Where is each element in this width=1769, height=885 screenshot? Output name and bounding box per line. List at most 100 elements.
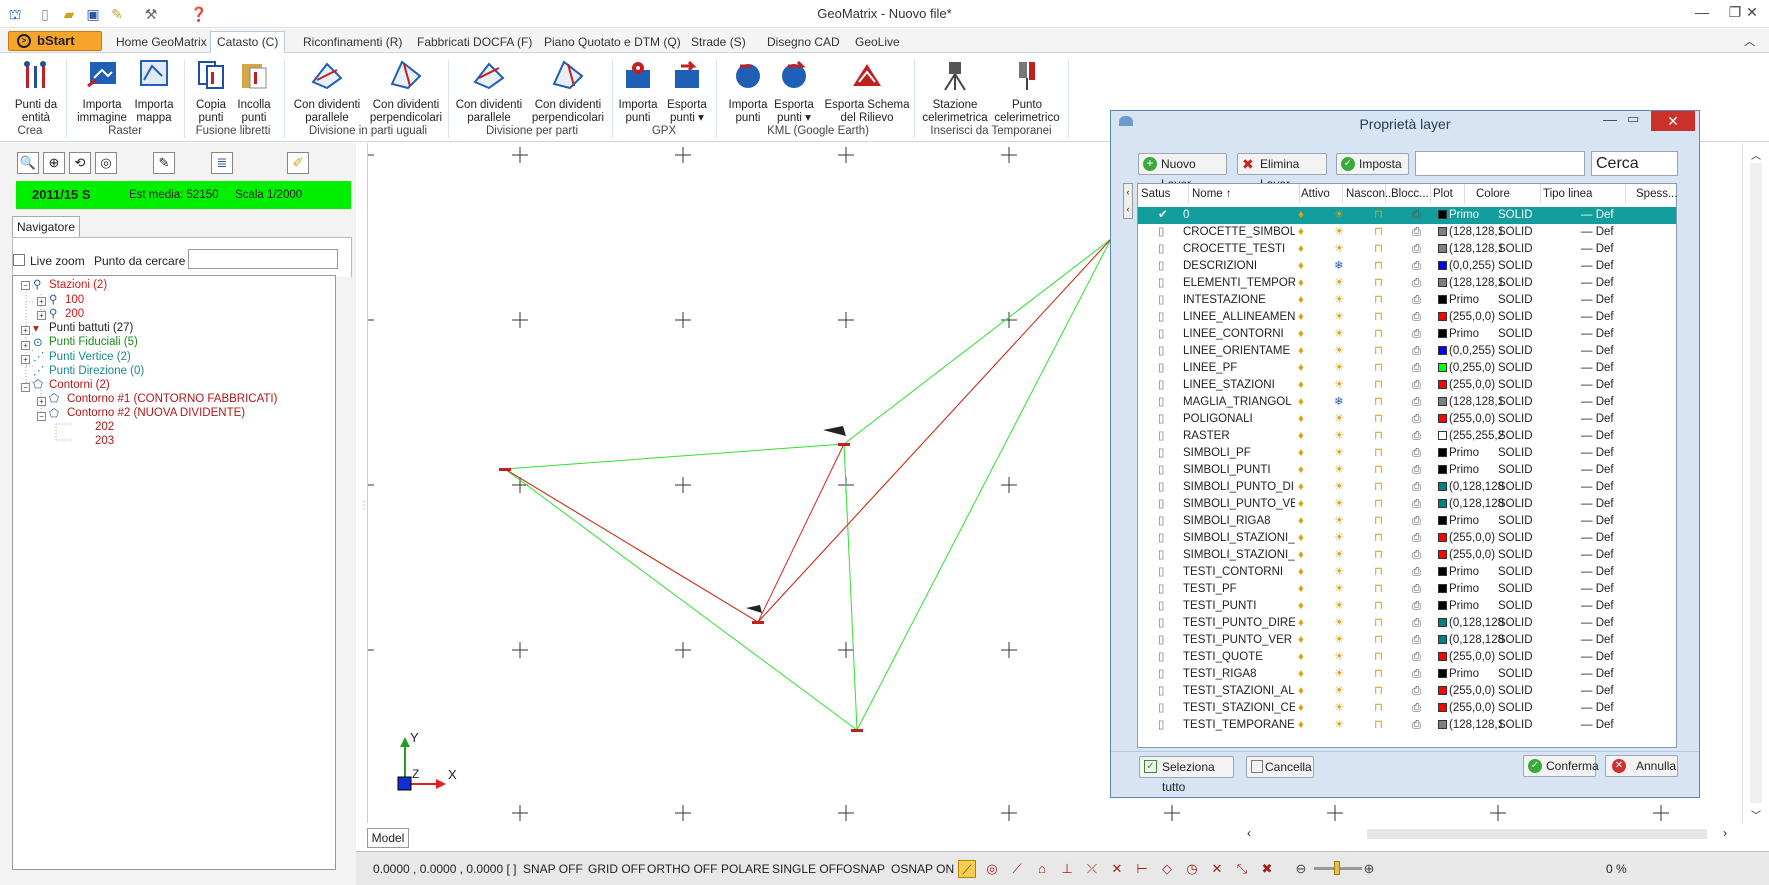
incolla-punti-button[interactable]: Incolla punti bbox=[234, 58, 274, 125]
bulb-icon[interactable]: ♦ bbox=[1298, 411, 1304, 428]
div-uguali-parallele-button[interactable]: Con dividenti parallele bbox=[290, 58, 364, 125]
layer-row[interactable]: ▯ TESTI_PF ♦ ☀ ⊓ ⎙ Primo SOLID — Def bbox=[1138, 581, 1676, 598]
imposta-button[interactable]: ✓ Imposta bbox=[1336, 153, 1409, 175]
lock-open-icon[interactable]: ⊓ bbox=[1374, 462, 1383, 479]
bulb-icon[interactable]: ♦ bbox=[1298, 530, 1304, 547]
lock-open-icon[interactable]: ⊓ bbox=[1374, 275, 1383, 292]
stazione-celerimetrica-button[interactable]: Stazione celerimetrica bbox=[920, 58, 990, 125]
lock-open-icon[interactable]: ⊓ bbox=[1374, 360, 1383, 377]
cancella-button[interactable]: Cancella bbox=[1246, 756, 1314, 778]
layer-row[interactable]: ▯ LINEE_ALLINEAMEN ♦ ☀ ⊓ ⎙ (255,0,0) SOLID — Def bbox=[1138, 309, 1676, 326]
layer-weight[interactable]: — Def bbox=[1581, 428, 1614, 445]
tab-disegno-cad[interactable]: Disegno CAD bbox=[761, 33, 846, 53]
layer-weight[interactable]: — Def bbox=[1581, 496, 1614, 513]
layer-row[interactable]: ▯ TESTI_QUOTE ♦ ☀ ⊓ ⎙ (255,0,0) SOLID — Def bbox=[1138, 649, 1676, 666]
zoom-out-icon[interactable]: ⊖ bbox=[1292, 860, 1310, 878]
bulb-icon[interactable]: ♦ bbox=[1298, 649, 1304, 666]
layer-row[interactable]: ▯ LINEE_CONTORNI ♦ ☀ ⊓ ⎙ Primo SOLID — Def bbox=[1138, 326, 1676, 343]
layer-linetype[interactable]: SOLID bbox=[1498, 445, 1533, 462]
printer-icon[interactable]: ⎙ bbox=[1412, 564, 1421, 581]
snap-insert-icon[interactable]: ⊢ bbox=[1133, 860, 1151, 878]
layer-linetype[interactable]: SOLID bbox=[1498, 581, 1533, 598]
tab-fabbricati[interactable]: Fabbricati DOCFA (F) bbox=[411, 33, 538, 53]
bulb-icon[interactable]: ♦ bbox=[1298, 292, 1304, 309]
lock-open-icon[interactable]: ⊓ bbox=[1374, 241, 1383, 258]
bulb-icon[interactable]: ♦ bbox=[1298, 547, 1304, 564]
tree-item-100[interactable]: 100 bbox=[65, 294, 84, 306]
layer-weight[interactable]: — Def bbox=[1581, 564, 1614, 581]
snap-nearest-icon[interactable]: ◷ bbox=[1183, 860, 1201, 878]
printer-icon[interactable]: ⎙ bbox=[1412, 207, 1421, 224]
sun-icon[interactable]: ☀ bbox=[1334, 615, 1344, 632]
bulb-icon[interactable]: ♦ bbox=[1298, 496, 1304, 513]
close-window-icon[interactable]: ✕ bbox=[1735, 0, 1769, 24]
tree-item-contorno-1[interactable]: Contorno #1 (CONTORNO FABBRICATI) bbox=[67, 393, 277, 405]
layer-linetype[interactable]: SOLID bbox=[1498, 377, 1533, 394]
printer-icon[interactable]: ⎙ bbox=[1412, 428, 1421, 445]
printer-icon[interactable]: ⎙ bbox=[1412, 377, 1421, 394]
layer-weight[interactable]: — Def bbox=[1581, 343, 1614, 360]
search-point-input[interactable] bbox=[188, 249, 338, 269]
layer-weight[interactable]: — Def bbox=[1581, 462, 1614, 479]
freeze-icon[interactable]: ❄ bbox=[1334, 394, 1344, 411]
single-toggle[interactable]: SINGLE OFF bbox=[772, 862, 843, 876]
snap-quadrant-icon[interactable]: ◇ bbox=[1158, 860, 1176, 878]
bulb-icon[interactable]: ♦ bbox=[1298, 615, 1304, 632]
layer-row[interactable]: ▯ TESTI_CONTORNI ♦ ☀ ⊓ ⎙ Primo SOLID — Def bbox=[1138, 564, 1676, 581]
conferma-button[interactable]: ✓ Conferma bbox=[1523, 755, 1599, 777]
layer-linetype[interactable]: SOLID bbox=[1498, 513, 1533, 530]
layer-row[interactable]: ▯ TESTI_PUNTO_VER ♦ ☀ ⊓ ⎙ (0,128,128 SOLID — Def bbox=[1138, 632, 1676, 649]
layer-weight[interactable]: — Def bbox=[1581, 241, 1614, 258]
lock-open-icon[interactable]: ⊓ bbox=[1374, 683, 1383, 700]
layer-linetype[interactable]: SOLID bbox=[1498, 598, 1533, 615]
tab-geolive[interactable]: GeoLive bbox=[849, 33, 906, 53]
elimina-layer-button[interactable]: ✖ Elimina Layer bbox=[1237, 153, 1327, 191]
bulb-icon[interactable]: ♦ bbox=[1298, 428, 1304, 445]
tab-strade[interactable]: Strade (S) bbox=[685, 33, 752, 53]
layer-row[interactable]: ▯ MAGLIA_TRIANGOL ♦ ❄ ⊓ ⎙ (128,128,1 SOLID — Def bbox=[1138, 394, 1676, 411]
printer-icon[interactable]: ⎙ bbox=[1412, 683, 1421, 700]
expand-200[interactable]: + bbox=[37, 311, 46, 320]
bulb-icon[interactable]: ♦ bbox=[1298, 377, 1304, 394]
importa-immagine-button[interactable]: Importa immagine bbox=[74, 58, 130, 125]
scroll-thumb[interactable] bbox=[1750, 163, 1762, 803]
layer-weight[interactable]: — Def bbox=[1581, 275, 1614, 292]
lock-open-icon[interactable]: ⊓ bbox=[1374, 411, 1383, 428]
tab-navigatore[interactable]: Navigatore bbox=[12, 216, 80, 238]
pencil-icon[interactable]: ✎ bbox=[153, 152, 175, 174]
lock-open-icon[interactable]: ⊓ bbox=[1374, 513, 1383, 530]
expand-100[interactable]: + bbox=[37, 297, 46, 306]
layer-weight[interactable]: — Def bbox=[1581, 292, 1614, 309]
horizontal-scrollbar[interactable]: ‹ › bbox=[525, 826, 1740, 842]
lock-open-icon[interactable]: ⊓ bbox=[1374, 258, 1383, 275]
printer-icon[interactable]: ⎙ bbox=[1412, 326, 1421, 343]
bulb-icon[interactable]: ♦ bbox=[1298, 445, 1304, 462]
lock-open-icon[interactable]: ⊓ bbox=[1374, 598, 1383, 615]
layer-linetype[interactable]: SOLID bbox=[1498, 411, 1533, 428]
sun-icon[interactable]: ☀ bbox=[1334, 207, 1344, 224]
layer-row[interactable]: ▯ SIMBOLI_PUNTI ♦ ☀ ⊓ ⎙ Primo SOLID — Def bbox=[1138, 462, 1676, 479]
minimize-icon[interactable]: — bbox=[1685, 0, 1719, 24]
sun-icon[interactable]: ☀ bbox=[1334, 632, 1344, 649]
annulla-button[interactable]: ✕ Annulla bbox=[1605, 755, 1678, 777]
scroll-down-icon[interactable]: ﹀ bbox=[1751, 807, 1761, 822]
printer-icon[interactable]: ⎙ bbox=[1412, 700, 1421, 717]
panel-collapse-icon[interactable]: ‹ ‹ bbox=[1123, 183, 1133, 219]
layer-weight[interactable]: — Def bbox=[1581, 717, 1614, 734]
gpx-importa-punti-button[interactable]: Importa punti bbox=[616, 58, 660, 125]
punto-celerimetrico-button[interactable]: Punto celerimetrico bbox=[992, 58, 1062, 125]
layer-row[interactable]: ▯ LINEE_ORIENTAME ♦ ☀ ⊓ ⎙ (0,0,255) SOLID — Def bbox=[1138, 343, 1676, 360]
layer-row[interactable]: ▯ SIMBOLI_PUNTO_DI ♦ ☀ ⊓ ⎙ (0,128,128 SOLID — De… bbox=[1138, 479, 1676, 496]
cerca-button[interactable]: Cerca bbox=[1591, 151, 1678, 176]
bulb-icon[interactable]: ♦ bbox=[1298, 581, 1304, 598]
osnap-toggle[interactable]: OSNAP bbox=[843, 862, 885, 876]
printer-icon[interactable]: ⎙ bbox=[1412, 411, 1421, 428]
printer-icon[interactable]: ⎙ bbox=[1412, 445, 1421, 462]
col-active[interactable]: Attivo bbox=[1301, 184, 1343, 204]
layer-linetype[interactable]: SOLID bbox=[1498, 275, 1533, 292]
zoom-previous-icon[interactable]: ⟲ bbox=[69, 152, 91, 174]
pin-icon[interactable]: ✐ bbox=[287, 152, 309, 174]
layer-linetype[interactable]: SOLID bbox=[1498, 615, 1533, 632]
copia-punti-button[interactable]: Copia punti bbox=[192, 58, 230, 125]
lock-open-icon[interactable]: ⊓ bbox=[1374, 479, 1383, 496]
